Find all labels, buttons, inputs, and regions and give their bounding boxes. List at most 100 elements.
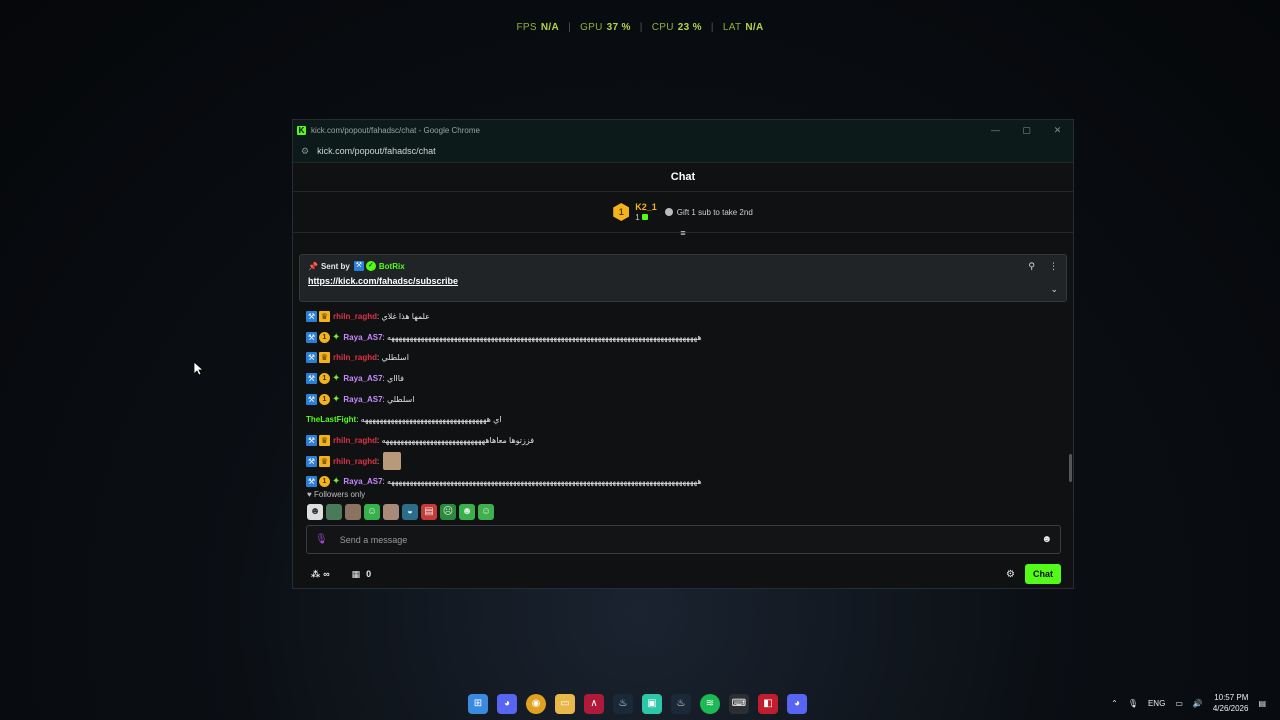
emote-icon[interactable]: ☹ (440, 504, 456, 520)
microphone-icon[interactable]: 🎙 (315, 534, 328, 545)
lat-value: N/A (745, 22, 764, 33)
gift-tip-icon (664, 208, 673, 216)
volume-icon[interactable]: 🔊 (1193, 699, 1203, 708)
username[interactable]: rhiln_raghd (333, 312, 377, 321)
emote-icon[interactable]: ☺ (478, 504, 494, 520)
leader-count: 1 (635, 213, 640, 222)
minimize-button[interactable]: — (980, 125, 1011, 136)
crown-icon: ♛ (319, 455, 330, 467)
chrome-icon[interactable]: ◉ (526, 694, 546, 714)
message-input[interactable]: 🎙 Send a message ☻ (306, 525, 1061, 554)
moderator-icon: ⚒ (306, 352, 317, 364)
message-text: علمها هذا غلاي (381, 311, 430, 321)
collapse-icon[interactable]: ≡ (680, 228, 685, 238)
chevron-up-icon[interactable]: ⌃ (1111, 699, 1118, 708)
message-text: اسلطلي (381, 353, 409, 363)
username[interactable]: Raya_AS7 (343, 395, 382, 404)
file-explorer-icon[interactable]: ▭ (555, 694, 575, 714)
chat-message: ⚒ 1 ✦ Raya_AS7: فاااي (306, 372, 404, 384)
emote-icon[interactable]: ▤ (421, 504, 437, 520)
steam-icon[interactable]: ♨ (613, 694, 633, 714)
leader-name[interactable]: K2_1 (635, 202, 657, 213)
chat-footer: ⁂ ∞ ▦ 0 ⚙ Chat (311, 563, 1061, 585)
emote-icon[interactable]: ☺ (364, 504, 380, 520)
store-icon: ▦ (351, 568, 361, 579)
moderator-icon: ⚒ (306, 434, 317, 446)
username[interactable]: rhiln_raghd (333, 353, 377, 362)
username[interactable]: rhiln_raghd (333, 436, 377, 445)
message-text: اي ههههههههههههههههههههههههههههههههههه (360, 415, 502, 425)
chat-message: ⚒ 1 ✦ Raya_AS7: هههههههههههههههههههههههههه… (306, 331, 702, 343)
emote-image (383, 452, 402, 471)
points-icon: ⁂ (311, 568, 321, 579)
message-text: هههههههههههههههههههههههههههههههههههههههه… (386, 477, 702, 487)
maximize-button[interactable]: ▢ (1011, 125, 1042, 136)
expand-chevron-icon[interactable]: ⌄ (1050, 284, 1058, 295)
cpu-value: 23 % (677, 22, 702, 33)
star-icon: ✦ (332, 331, 341, 343)
message-input-placeholder[interactable]: Send a message (340, 535, 408, 545)
emote-icon[interactable] (383, 504, 399, 520)
address-bar[interactable]: ⚙ kick.com/popout/fahadsc/chat (293, 140, 1073, 163)
emote-icon[interactable]: ◒ (402, 504, 418, 520)
browser-window: K kick.com/popout/fahadsc/chat - Google … (292, 119, 1074, 589)
username[interactable]: Raya_AS7 (343, 333, 382, 342)
microphone-icon[interactable]: 🎙 (1128, 699, 1138, 708)
notification-icon[interactable]: ▤ (1258, 699, 1266, 708)
kick-app-icon[interactable]: ▣ (642, 694, 662, 714)
terminal-icon[interactable]: ⌨ (729, 694, 749, 714)
message-text: هههههههههههههههههههههههههههههههههههههههه… (386, 332, 702, 342)
chat-title: Chat (293, 163, 1073, 192)
clock-time: 10:57 PM (1214, 693, 1249, 702)
more-options-icon[interactable]: ⋮ (1049, 261, 1058, 272)
emoji-picker-icon[interactable]: ☻ (1041, 534, 1052, 545)
message-text: فاااي (386, 373, 404, 383)
rank-badge: 1 (613, 203, 630, 221)
chat-message: TheLastFight: اي ههههههههههههههههههههههه… (306, 415, 502, 425)
username[interactable]: rhiln_raghd (333, 457, 377, 466)
clock[interactable]: 10:57 PM 4/26/2026 (1213, 692, 1249, 714)
performance-overlay: FPS N/A | GPU 37 % | CPU 23 % | LAT N/A (516, 22, 764, 33)
pinned-author[interactable]: BotRix (379, 262, 405, 271)
pinned-link[interactable]: https://kick.com/fahadsc/subscribe (308, 276, 1058, 286)
discord-icon[interactable]: ◕ (497, 694, 517, 714)
followers-only-label: Followers only (313, 490, 366, 499)
chat-messages: ⚒ ♛ rhiln_raghd: علمها هذا غلاي ⚒ 1 ✦ Raya_… (306, 306, 1046, 492)
moderator-icon: ⚒ (306, 476, 317, 488)
system-tray: ⌃ 🎙 ENG ▭ 🔊 10:57 PM 4/26/2026 ▤ (1111, 692, 1266, 714)
message-text: فززتوها معاهاههههههههههههههههههههههههههه… (381, 435, 535, 445)
crown-icon: ♛ (319, 352, 330, 364)
chat-scrollbar[interactable] (1069, 454, 1072, 482)
chat-message: ⚒ ♛ rhiln_raghd: اسلطلي (306, 352, 409, 364)
send-chat-button[interactable]: Chat (1025, 564, 1061, 584)
network-icon[interactable]: ▭ (1175, 699, 1183, 708)
unpin-icon[interactable]: ⚲ (1028, 261, 1035, 272)
steam-icon[interactable]: ♨ (671, 694, 691, 714)
spotify-icon[interactable]: ≋ (700, 694, 720, 714)
url-text[interactable]: kick.com/popout/fahadsc/chat (317, 146, 436, 156)
emote-icon[interactable] (345, 504, 361, 520)
emote-ghost-icon[interactable]: ☻ (307, 504, 323, 520)
settings-gear-icon[interactable]: ⚙ (1006, 569, 1015, 580)
store-button[interactable]: ▦ 0 (352, 569, 372, 580)
gpu-value: 37 % (606, 22, 631, 33)
username[interactable]: Raya_AS7 (343, 477, 382, 486)
language-indicator[interactable]: ENG (1148, 699, 1165, 708)
discord-icon[interactable]: ◕ (787, 694, 807, 714)
crown-icon: ♛ (319, 434, 330, 446)
message-text: اسلطلي (386, 394, 415, 404)
site-info-icon[interactable]: ⚙ (301, 146, 309, 157)
mouse-cursor-icon (193, 361, 205, 381)
username[interactable]: Raya_AS7 (343, 374, 382, 383)
close-button[interactable]: ✕ (1042, 125, 1073, 136)
app-icon[interactable]: ◧ (758, 694, 778, 714)
points-value: ∞ (323, 569, 330, 579)
moderator-icon: ⚒ (306, 455, 317, 467)
emote-icon[interactable]: ☻ (459, 504, 475, 520)
username[interactable]: TheLastFight (306, 415, 356, 424)
emote-icon[interactable] (326, 504, 342, 520)
app-red-icon[interactable]: ∧ (584, 694, 604, 714)
gift-tip-text: Gift 1 sub to take 2nd (676, 207, 753, 217)
channel-points[interactable]: ⁂ ∞ (311, 569, 330, 580)
windows-start-icon[interactable]: ⊞ (468, 694, 488, 714)
